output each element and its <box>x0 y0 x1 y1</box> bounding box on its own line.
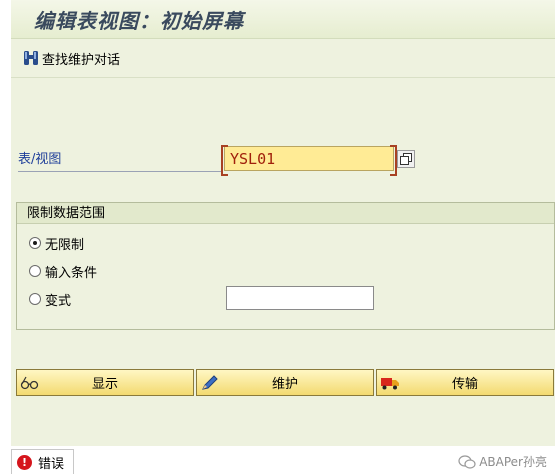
watermark-text: ABAPer孙亮 <box>479 455 547 469</box>
radio-button[interactable] <box>29 293 41 305</box>
pencil-icon <box>202 374 218 390</box>
table-view-value: YSL01 <box>230 150 276 168</box>
maintain-label: 维护 <box>271 377 298 392</box>
wechat-icon <box>458 454 476 469</box>
restrict-data-range-group: 限制数据范围 无限制 输入条件 变式 <box>16 202 555 330</box>
radio-label: 变式 <box>45 293 72 309</box>
error-label: 错误 <box>38 456 65 472</box>
binoculars-icon <box>24 51 38 65</box>
find-maintenance-dialog-button[interactable]: 查找维护对话 <box>23 48 120 68</box>
application-toolbar: 查找维护对话 <box>11 39 555 78</box>
focus-bracket-left <box>221 145 228 176</box>
group-title: 限制数据范围 <box>17 203 554 224</box>
radio-label: 输入条件 <box>45 265 98 281</box>
radio-button-selected[interactable] <box>29 237 41 249</box>
display-label: 显示 <box>91 377 118 392</box>
maintain-button[interactable]: 维护 <box>196 369 374 396</box>
focus-bracket-right <box>390 145 397 176</box>
transport-button[interactable]: 传输 <box>376 369 554 396</box>
glasses-icon <box>20 376 39 389</box>
watermark: ABAPer孙亮 <box>458 453 547 470</box>
copy-icon <box>400 153 412 165</box>
transport-label: 传输 <box>451 377 478 392</box>
table-view-input[interactable]: YSL01 <box>221 145 397 176</box>
error-message-tab[interactable]: ! 错误 <box>11 449 74 474</box>
status-bar: ! 错误 ABAPer孙亮 <box>11 447 555 476</box>
radio-label: 无限制 <box>45 237 85 253</box>
radio-variant[interactable]: 变式 <box>29 290 72 309</box>
radio-no-restriction[interactable]: 无限制 <box>29 234 85 253</box>
value-help-button[interactable] <box>397 150 415 168</box>
title-bar: 编辑表视图：初始屏幕 <box>11 0 555 39</box>
error-icon: ! <box>17 454 32 470</box>
variant-input[interactable] <box>226 286 374 310</box>
radio-button[interactable] <box>29 265 41 277</box>
truck-icon <box>381 377 399 389</box>
radio-enter-conditions[interactable]: 输入条件 <box>29 262 98 281</box>
main-content: 表/视图 YSL01 限制数据范围 无限制 输入条件 变式 显示 维护 传输 <box>11 78 555 446</box>
window-title: 编辑表视图：初始屏幕 <box>34 9 244 33</box>
find-maintenance-dialog-label: 查找维护对话 <box>42 52 121 68</box>
display-button[interactable]: 显示 <box>16 369 194 396</box>
table-view-label: 表/视图 <box>18 151 223 172</box>
